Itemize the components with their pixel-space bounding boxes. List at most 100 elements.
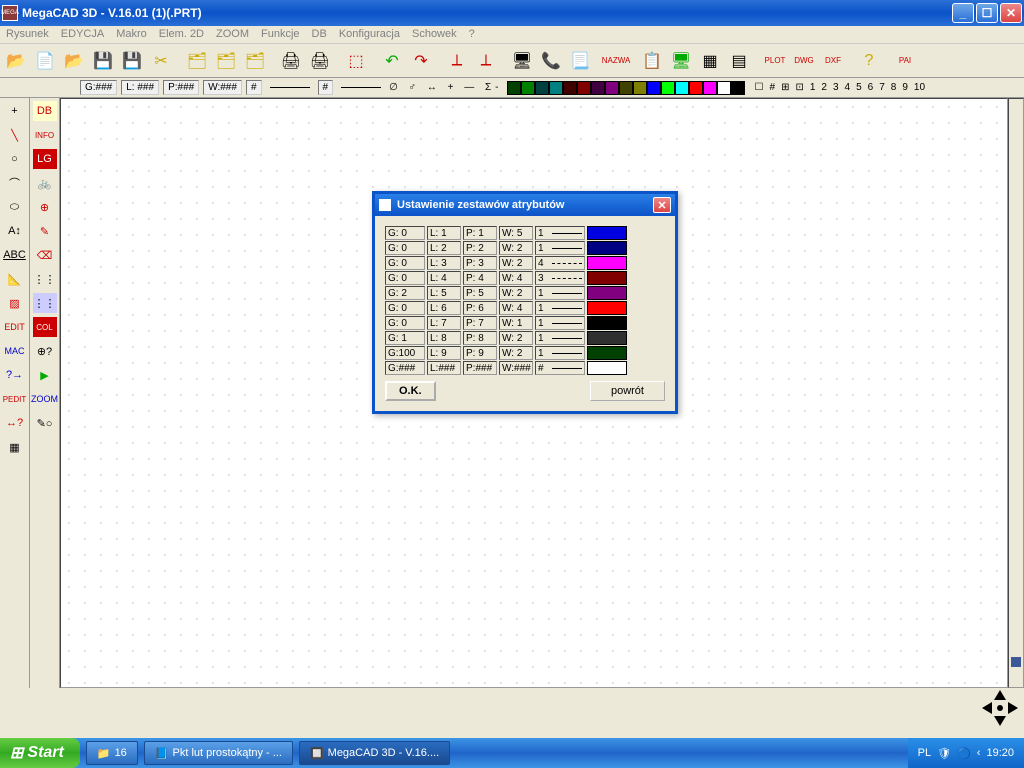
cancel-button[interactable]: powrót: [590, 381, 665, 401]
line-style-preview[interactable]: [270, 87, 310, 88]
attr-l[interactable]: L: 4: [427, 271, 461, 285]
attr-color[interactable]: [587, 331, 627, 345]
layer-tool[interactable]: LG: [32, 148, 58, 170]
attr-l[interactable]: L: 7: [427, 316, 461, 330]
measure2-icon[interactable]: ⟂: [472, 47, 500, 75]
help-icon[interactable]: ?: [855, 47, 883, 75]
attr-linetype[interactable]: 1: [535, 301, 585, 315]
dxf-icon[interactable]: DXF: [819, 47, 847, 75]
info-p[interactable]: P:###: [163, 80, 199, 95]
attribute-row[interactable]: G: 1L: 8P: 8W: 21: [385, 331, 665, 345]
palette-color[interactable]: [717, 81, 731, 95]
info-extra[interactable]: 6: [868, 82, 874, 93]
grid-icon[interactable]: ▦: [696, 47, 724, 75]
palette-color[interactable]: [605, 81, 619, 95]
undo-icon[interactable]: ↶: [378, 47, 406, 75]
ok-button[interactable]: O.K.: [385, 381, 436, 401]
attr-p[interactable]: P: 8: [463, 331, 497, 345]
monitor-icon[interactable]: 🖥: [508, 47, 536, 75]
menu-schowek[interactable]: Schowek: [412, 28, 457, 41]
info-extra[interactable]: 9: [902, 82, 908, 93]
menu-db[interactable]: DB: [312, 28, 327, 41]
tray-expand-icon[interactable]: ‹: [977, 747, 981, 759]
attribute-row[interactable]: G: 2L: 5P: 5W: 21: [385, 286, 665, 300]
sheet-icon[interactable]: ▤: [725, 47, 753, 75]
pedit-tool[interactable]: PEDIT: [2, 388, 28, 410]
attribute-row[interactable]: G: 0L: 6P: 6W: 41: [385, 301, 665, 315]
info-extra[interactable]: 10: [914, 82, 925, 93]
attr-linetype[interactable]: 4: [535, 256, 585, 270]
attr-p[interactable]: P: 1: [463, 226, 497, 240]
attr-linetype[interactable]: 1: [535, 316, 585, 330]
phone-icon[interactable]: 📞: [537, 47, 565, 75]
attribute-row[interactable]: G: 0L: 3P: 3W: 24: [385, 256, 665, 270]
info-extra[interactable]: ⊡: [795, 82, 803, 93]
info-extra[interactable]: 7: [879, 82, 885, 93]
attribute-row[interactable]: G: 0L: 2P: 2W: 21: [385, 241, 665, 255]
info-tool[interactable]: INFO: [32, 124, 58, 146]
attr-p[interactable]: P: 6: [463, 301, 497, 315]
attr-w[interactable]: W: 2: [499, 346, 533, 360]
attr-w[interactable]: W: 5: [499, 226, 533, 240]
menu-konfiguracja[interactable]: Konfiguracja: [339, 28, 400, 41]
info-hash1[interactable]: #: [246, 80, 262, 95]
colors-tool[interactable]: ▦: [2, 436, 28, 458]
folder2-icon[interactable]: 🗂: [212, 47, 240, 75]
print-icon[interactable]: 🖨: [277, 47, 305, 75]
dwg-icon[interactable]: DWG: [790, 47, 818, 75]
line-tool[interactable]: ╲: [2, 124, 28, 146]
info-extra[interactable]: 3: [833, 82, 839, 93]
arc-tool[interactable]: ⌒: [2, 172, 28, 194]
new-icon[interactable]: 📄: [31, 47, 59, 75]
attr-l[interactable]: L: 8: [427, 331, 461, 345]
attr-color[interactable]: [587, 226, 627, 240]
dimension-tool[interactable]: A↕: [2, 220, 28, 242]
attr-g[interactable]: G: 0: [385, 271, 425, 285]
erase-tool[interactable]: ⌫: [32, 244, 58, 266]
attr-w[interactable]: W: 2: [499, 241, 533, 255]
attr-w[interactable]: W:###: [499, 361, 533, 375]
query-tool[interactable]: ?→: [2, 364, 28, 386]
attr-w[interactable]: W: 1: [499, 316, 533, 330]
info-extra[interactable]: 1: [810, 82, 816, 93]
attribute-row[interactable]: G:100L: 9P: 9W: 21: [385, 346, 665, 360]
grid-dots-tool[interactable]: ⋮⋮: [32, 268, 58, 290]
attr-linetype[interactable]: 1: [535, 226, 585, 240]
palette-color[interactable]: [647, 81, 661, 95]
attr-p[interactable]: P: 2: [463, 241, 497, 255]
palette-color[interactable]: [535, 81, 549, 95]
menu-zoom[interactable]: ZOOM: [216, 28, 249, 41]
lang-indicator[interactable]: PL: [918, 747, 931, 759]
measure-tool[interactable]: 📐: [2, 268, 28, 290]
attr-l[interactable]: L: 9: [427, 346, 461, 360]
menu-makro[interactable]: Makro: [116, 28, 147, 41]
attr-g[interactable]: G: 0: [385, 256, 425, 270]
attr-linetype[interactable]: 1: [535, 286, 585, 300]
palette-color[interactable]: [689, 81, 703, 95]
attr-l[interactable]: L: 2: [427, 241, 461, 255]
attr-linetype[interactable]: 1: [535, 241, 585, 255]
attr-linetype[interactable]: 1: [535, 331, 585, 345]
info-hash2[interactable]: #: [318, 80, 334, 95]
calc-icon[interactable]: 🖥: [667, 47, 695, 75]
text-tool[interactable]: ABC: [2, 244, 28, 266]
col-tool[interactable]: COL: [32, 316, 58, 338]
ellipse-tool[interactable]: ⬭: [2, 196, 28, 218]
palette-color[interactable]: [591, 81, 605, 95]
palette-color[interactable]: [507, 81, 521, 95]
group-icon[interactable]: ⬚: [342, 47, 370, 75]
move-tool[interactable]: ↔?: [2, 412, 28, 434]
tray-icon[interactable]: 🛡: [937, 747, 951, 760]
attr-w[interactable]: W: 2: [499, 331, 533, 345]
pen-tool[interactable]: ✎○: [32, 412, 58, 434]
attr-g[interactable]: G:100: [385, 346, 425, 360]
list-icon[interactable]: 📋: [638, 47, 666, 75]
attr-w[interactable]: W: 2: [499, 286, 533, 300]
snap-tool[interactable]: ⊕: [32, 196, 58, 218]
snap2-tool[interactable]: ⊕?: [32, 340, 58, 362]
page-icon[interactable]: 📃: [566, 47, 594, 75]
palette-color[interactable]: [563, 81, 577, 95]
dialog-titlebar[interactable]: Ustawienie zestawów atrybutów ✕: [375, 194, 675, 216]
info-extra[interactable]: ⊞: [781, 82, 789, 93]
attr-color[interactable]: [587, 256, 627, 270]
